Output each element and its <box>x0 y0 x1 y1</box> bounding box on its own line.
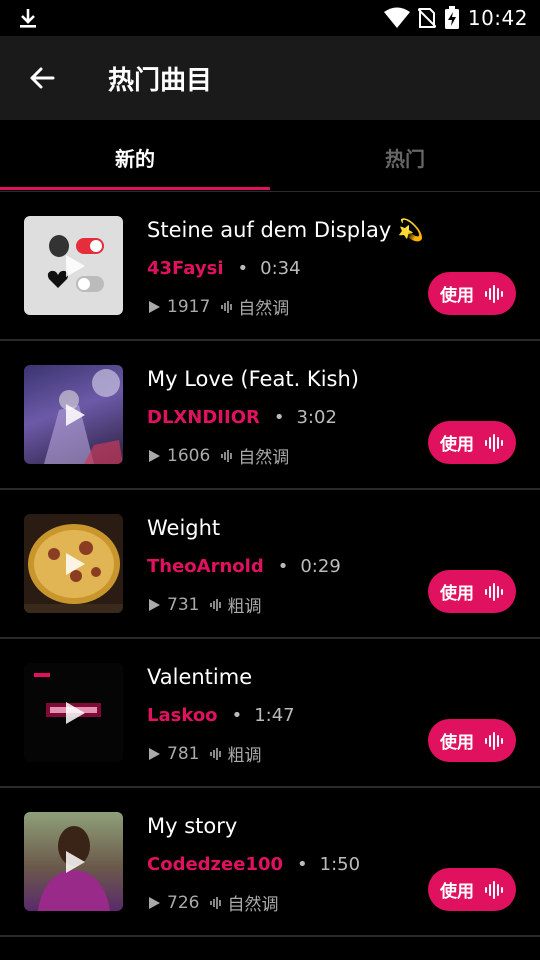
separator-dot: • <box>277 556 289 577</box>
song-title: Valentime <box>147 665 253 689</box>
song-row[interactable]: Weight TheoArnold • 0:29 731 粗调 使用 <box>0 490 540 639</box>
waveform-icon <box>221 449 233 462</box>
app-bar: 热门曲目 <box>0 36 540 120</box>
play-count-icon <box>149 598 160 611</box>
play-icon[interactable] <box>60 252 88 280</box>
song-meta: 781 粗调 <box>147 741 261 766</box>
waveform-icon <box>485 434 503 452</box>
song-title: My Love (Feat. Kish) <box>147 367 359 391</box>
play-count: 1917 <box>167 296 211 317</box>
song-duration: 1:50 <box>319 854 361 875</box>
song-row[interactable]: My Love (Feat. Kish) DLXNDIIOR • 3:02 1606… <box>0 341 540 490</box>
tab-bar: 新的 热门 <box>0 122 540 192</box>
use-button[interactable]: 使用 <box>428 272 516 315</box>
tab-new[interactable]: 新的 <box>0 122 270 192</box>
tab-indicator <box>0 187 270 190</box>
play-icon[interactable] <box>60 550 88 578</box>
play-count-icon <box>149 896 160 909</box>
song-cover[interactable] <box>24 663 123 762</box>
play-icon[interactable] <box>60 699 88 727</box>
use-button-label: 使用 <box>440 435 474 455</box>
artist-line: 43Faysi • 0:34 <box>147 258 301 279</box>
song-duration: 3:02 <box>296 407 337 428</box>
song-tag: 自然调 <box>238 448 290 468</box>
artist-line: DLXNDIIOR • 3:02 <box>147 407 337 428</box>
song-title: Steine auf dem Display 💫 <box>147 218 425 242</box>
play-count-icon <box>149 300 160 313</box>
tab-hot[interactable]: 热门 <box>270 122 540 192</box>
separator-dot: • <box>237 258 249 279</box>
play-count-icon <box>149 449 160 462</box>
play-count: 1606 <box>167 445 211 466</box>
use-button[interactable]: 使用 <box>428 421 516 464</box>
status-time: 10:42 <box>467 6 528 30</box>
no-sim-icon <box>417 8 436 28</box>
song-cover[interactable] <box>24 514 123 613</box>
play-count: 726 <box>167 892 200 913</box>
status-bar: 10:42 <box>0 0 540 36</box>
waveform-icon <box>485 881 503 899</box>
artist-name[interactable]: Laskoo <box>147 705 218 726</box>
song-meta: 726 自然调 <box>147 890 278 915</box>
use-button-label: 使用 <box>440 733 474 753</box>
song-meta: 731 粗调 <box>147 592 261 617</box>
arrow-left-icon[interactable] <box>26 62 58 94</box>
download-icon <box>20 9 36 28</box>
waveform-icon <box>485 285 503 303</box>
page-title: 热门曲目 <box>108 66 213 96</box>
song-duration: 1:47 <box>254 705 295 726</box>
song-duration: 0:29 <box>300 556 341 577</box>
song-row[interactable]: Valentime Laskoo • 1:47 781 粗调 使用 <box>0 639 540 788</box>
artist-name[interactable]: Codedzee100 <box>147 854 283 875</box>
artist-name[interactable]: TheoArnold <box>147 556 264 577</box>
song-tag: 粗调 <box>227 597 262 617</box>
waveform-icon <box>485 583 503 601</box>
song-tag: 自然调 <box>227 895 279 915</box>
use-button-label: 使用 <box>440 584 474 604</box>
song-list: Steine auf dem Display 💫 43Faysi • 0:34 19… <box>0 192 540 937</box>
song-tag: 粗调 <box>227 746 262 766</box>
waveform-icon <box>221 300 233 313</box>
artist-line: TheoArnold • 0:29 <box>147 556 341 577</box>
waveform-icon <box>210 598 222 611</box>
waveform-icon <box>210 747 222 760</box>
use-button[interactable]: 使用 <box>428 570 516 613</box>
separator-dot: • <box>297 854 308 875</box>
waveform-icon <box>210 896 222 909</box>
song-row[interactable]: Steine auf dem Display 💫 43Faysi • 0:34 19… <box>0 192 540 341</box>
use-button[interactable]: 使用 <box>428 868 516 911</box>
use-button-label: 使用 <box>440 286 474 306</box>
song-meta: 1606 自然调 <box>147 443 289 468</box>
song-cover[interactable] <box>24 365 123 464</box>
song-tag: 自然调 <box>238 299 290 319</box>
play-count: 731 <box>167 594 200 615</box>
use-button-label: 使用 <box>440 882 474 902</box>
song-row[interactable]: My story Codedzee100 • 1:50 726 自然调 使用 <box>0 788 540 937</box>
battery-charging-icon <box>444 6 459 29</box>
status-icons: 10:42 <box>383 0 528 36</box>
waveform-icon <box>485 732 503 750</box>
song-title: My story <box>147 814 238 838</box>
separator-dot: • <box>231 705 243 726</box>
song-meta: 1917 自然调 <box>147 294 289 319</box>
separator-dot: • <box>273 407 285 428</box>
artist-line: Laskoo • 1:47 <box>147 705 295 726</box>
play-icon[interactable] <box>60 401 88 429</box>
song-cover[interactable] <box>24 812 123 911</box>
artist-line: Codedzee100 • 1:50 <box>147 854 360 875</box>
play-count: 781 <box>167 743 200 764</box>
use-button[interactable]: 使用 <box>428 719 516 762</box>
play-icon[interactable] <box>60 848 88 876</box>
song-cover[interactable] <box>24 216 123 315</box>
song-title: Weight <box>147 516 221 540</box>
song-duration: 0:34 <box>260 258 301 279</box>
play-count-icon <box>149 747 160 760</box>
wifi-icon <box>383 7 410 28</box>
artist-name[interactable]: 43Faysi <box>147 258 224 279</box>
artist-name[interactable]: DLXNDIIOR <box>147 407 260 428</box>
